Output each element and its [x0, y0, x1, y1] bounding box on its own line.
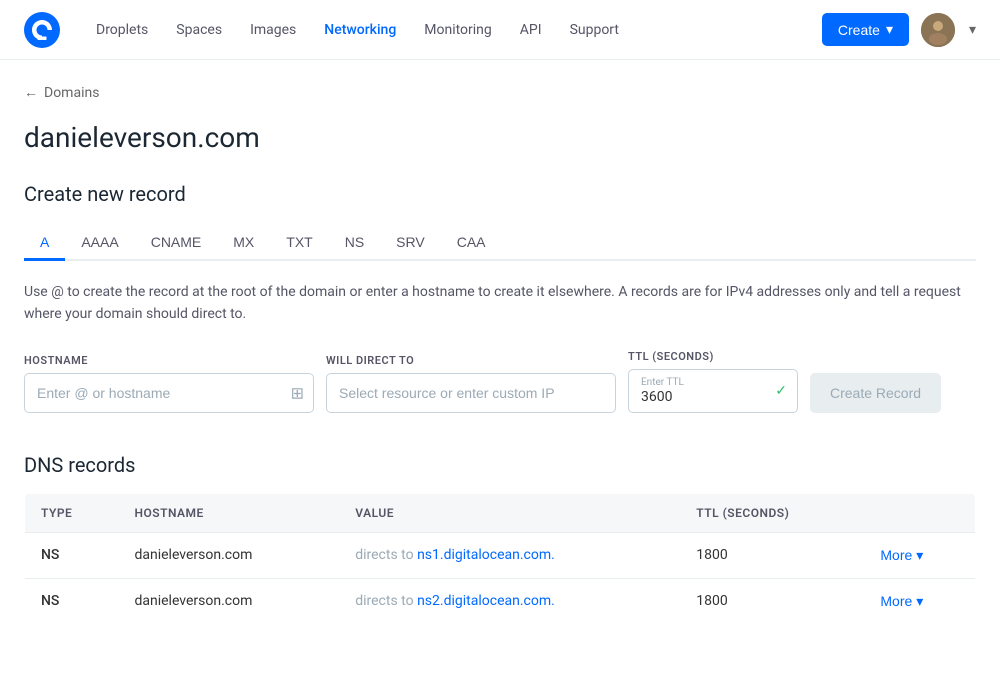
nav-api[interactable]: API	[508, 14, 554, 46]
col-actions	[864, 493, 975, 532]
will-direct-group: WILL DIRECT TO	[326, 354, 616, 413]
ttl-input-wrapper[interactable]: Enter TTL 3600 ✓	[628, 369, 798, 413]
nav-links: Droplets Spaces Images Networking Monito…	[84, 14, 822, 46]
row2-value-link: ns2.digitalocean.com.	[417, 593, 555, 609]
tab-ns[interactable]: NS	[329, 226, 380, 261]
record-description: Use @ to create the record at the root o…	[24, 281, 976, 326]
row2-more-caret-icon: ▾	[916, 593, 923, 610]
hostname-group: HOSTNAME ⊞	[24, 354, 314, 413]
nav-right: Create ▾ ▾	[822, 13, 976, 47]
create-button[interactable]: Create ▾	[822, 13, 909, 46]
breadcrumb: ← Domains	[24, 84, 976, 101]
dns-table-header: Type Hostname Value TTL (seconds)	[25, 493, 976, 532]
ttl-inner-label: Enter TTL	[641, 378, 761, 388]
dns-table-body: NS danieleverson.com directs to ns1.digi…	[25, 532, 976, 624]
tab-caa[interactable]: CAA	[441, 226, 502, 261]
ttl-label: TTL (SECONDS)	[628, 350, 798, 363]
main-content: ← Domains danieleverson.com Create new r…	[0, 60, 1000, 649]
create-caret-icon: ▾	[886, 21, 893, 38]
tab-a[interactable]: A	[24, 226, 65, 261]
row1-more-button[interactable]: More ▾	[880, 547, 923, 564]
col-hostname: Hostname	[118, 493, 339, 532]
user-avatar[interactable]	[921, 13, 955, 47]
page-title: danieleverson.com	[24, 121, 976, 154]
row1-value: directs to ns1.digitalocean.com.	[339, 532, 680, 578]
col-type: Type	[25, 493, 119, 532]
create-record-form: HOSTNAME ⊞ WILL DIRECT TO TTL (SECONDS) …	[24, 350, 976, 413]
nav-spaces[interactable]: Spaces	[164, 14, 234, 46]
row2-actions: More ▾	[864, 578, 975, 624]
row2-value: directs to ns2.digitalocean.com.	[339, 578, 680, 624]
will-direct-label: WILL DIRECT TO	[326, 354, 616, 367]
col-value: Value	[339, 493, 680, 532]
dns-section-title: DNS records	[24, 453, 976, 477]
table-row: NS danieleverson.com directs to ns2.digi…	[25, 578, 976, 624]
hostname-input-wrapper: ⊞	[24, 373, 314, 413]
logo-icon[interactable]	[24, 12, 60, 48]
ttl-group: TTL (SECONDS) Enter TTL 3600 ✓	[628, 350, 798, 413]
breadcrumb-domains-link[interactable]: Domains	[44, 85, 99, 101]
tab-txt[interactable]: TXT	[270, 226, 328, 261]
row1-type: NS	[25, 532, 119, 578]
nav-networking[interactable]: Networking	[312, 14, 408, 46]
create-record-button[interactable]: Create Record	[810, 373, 941, 413]
row1-actions: More ▾	[864, 532, 975, 578]
tab-mx[interactable]: MX	[217, 226, 270, 261]
col-ttl: TTL (seconds)	[680, 493, 864, 532]
nav-images[interactable]: Images	[238, 14, 308, 46]
record-type-tabs: A AAAA CNAME MX TXT NS SRV CAA	[24, 226, 976, 261]
tab-cname[interactable]: CNAME	[135, 226, 218, 261]
create-record-section-title: Create new record	[24, 182, 976, 206]
row1-more-caret-icon: ▾	[916, 547, 923, 564]
ttl-checkmark-icon: ✓	[775, 383, 787, 399]
top-nav: Droplets Spaces Images Networking Monito…	[0, 0, 1000, 60]
table-row: NS danieleverson.com directs to ns1.digi…	[25, 532, 976, 578]
row1-hostname: danieleverson.com	[118, 532, 339, 578]
will-direct-input[interactable]	[326, 373, 616, 413]
row2-directs-prefix: directs to	[355, 593, 413, 609]
hostname-icon: ⊞	[291, 383, 304, 402]
row2-hostname: danieleverson.com	[118, 578, 339, 624]
hostname-label: HOSTNAME	[24, 354, 314, 367]
row1-directs-prefix: directs to	[355, 547, 413, 563]
nav-support[interactable]: Support	[558, 14, 631, 46]
row2-ttl: 1800	[680, 578, 864, 624]
row2-type: NS	[25, 578, 119, 624]
tab-srv[interactable]: SRV	[380, 226, 441, 261]
user-menu-caret-icon[interactable]: ▾	[969, 22, 976, 38]
row2-more-button[interactable]: More ▾	[880, 593, 923, 610]
nav-monitoring[interactable]: Monitoring	[412, 14, 504, 46]
nav-droplets[interactable]: Droplets	[84, 14, 160, 46]
hostname-input[interactable]	[24, 373, 314, 413]
back-arrow-icon: ←	[24, 84, 38, 101]
tab-aaaa[interactable]: AAAA	[65, 226, 134, 261]
row1-value-link: ns1.digitalocean.com.	[417, 547, 555, 563]
ttl-value: 3600	[641, 390, 761, 404]
row1-ttl: 1800	[680, 532, 864, 578]
dns-records-table: Type Hostname Value TTL (seconds) NS dan…	[24, 493, 976, 625]
